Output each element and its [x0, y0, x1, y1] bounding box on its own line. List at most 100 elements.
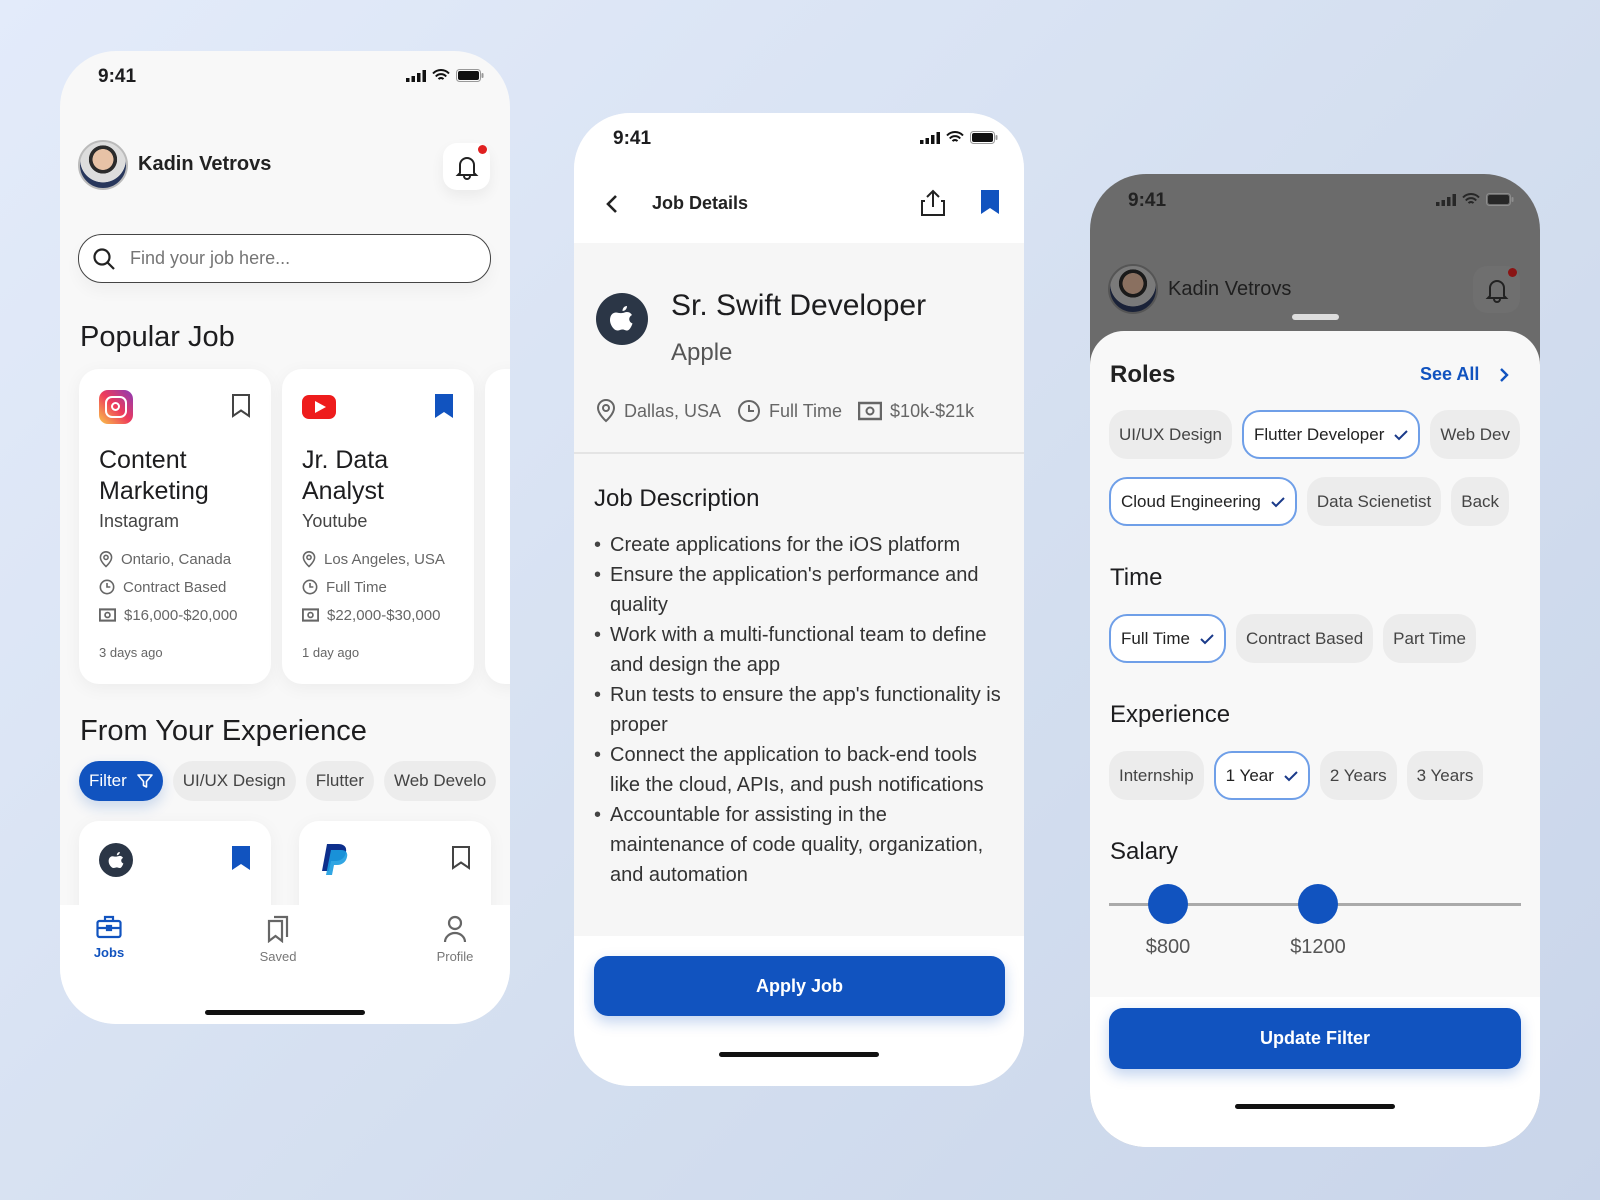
apple-logo — [99, 843, 133, 877]
check-icon — [1200, 633, 1214, 644]
chip-label: Cloud Engineering — [1121, 491, 1261, 511]
chip[interactable]: 3 Years — [1406, 751, 1484, 800]
clock-icon — [302, 579, 318, 595]
signal-icon — [1436, 193, 1456, 206]
bookmarks-icon — [267, 915, 289, 943]
instagram-logo — [99, 390, 133, 424]
chip[interactable]: 2 Years — [1319, 751, 1397, 800]
filter-label: Filter — [89, 771, 127, 790]
user-icon — [443, 915, 467, 943]
salary-min-handle[interactable] — [1148, 884, 1188, 924]
job-card[interactable]: Jr. Data Analyst Youtube Los Angeles, USA Fu… — [282, 369, 474, 684]
chip-label: 1 Year — [1225, 765, 1274, 785]
posted-time: 3 days ago — [99, 645, 163, 660]
roles-row-2: Cloud Engineering Data Scienetist Back — [1109, 477, 1510, 526]
experience-chip-row: Internship 1 Year 2 Years 3 Years — [1109, 751, 1484, 800]
bookmark-icon[interactable] — [980, 189, 1000, 215]
search-bar[interactable] — [78, 234, 491, 283]
status-time: 9:41 — [98, 66, 137, 87]
job-card[interactable]: Content Marketing Instagram Ontario, Canada… — [79, 369, 271, 684]
roles-row-1: UI/UX Design Flutter Developer Web Dev — [1109, 410, 1520, 459]
status-icons — [920, 131, 998, 144]
wifi-icon — [946, 131, 964, 142]
nav-item-jobs[interactable]: Jobs — [69, 915, 149, 960]
company-name: Instagram — [99, 511, 180, 531]
nav-item-profile[interactable]: Profile — [415, 915, 495, 964]
salary-text: $16,000-$20,000 — [124, 606, 238, 624]
job-title-line: Jr. Data — [302, 446, 389, 474]
back-chevron-icon[interactable] — [604, 193, 620, 215]
search-input[interactable] — [130, 248, 460, 269]
see-all-label: See All — [1420, 364, 1480, 384]
check-icon — [1394, 429, 1409, 440]
clock-icon — [738, 400, 761, 422]
avatar — [1108, 264, 1158, 314]
signal-icon — [920, 131, 940, 144]
description-bullet: Ensure the application's performance and… — [594, 560, 1004, 620]
filter-button[interactable]: Filter — [79, 761, 163, 801]
description-bullet: Connect the application to back-end tool… — [594, 740, 1004, 800]
apply-job-button[interactable]: Apply Job — [594, 956, 1005, 1016]
filter-chip[interactable]: Flutter — [305, 761, 374, 801]
notification-button[interactable] — [1473, 266, 1520, 313]
chip-label: 3 Years — [1416, 765, 1474, 785]
location-text: Dallas, USA — [624, 400, 722, 421]
chip[interactable]: UI/UX Design — [1109, 410, 1232, 459]
bookmark-filled-icon[interactable] — [231, 845, 251, 871]
chip-label: Part Time — [1393, 628, 1466, 648]
share-icon[interactable] — [920, 189, 946, 217]
job-type: Full Time — [737, 397, 842, 425]
job-meta: Los Angeles, USA Full Time $22,000-$30,000 — [302, 545, 445, 629]
description-bullet: Run tests to ensure the app's functional… — [594, 680, 1004, 740]
selected-chip[interactable]: Flutter Developer — [1241, 410, 1421, 459]
nav-label: Profile — [436, 949, 474, 964]
filter-chip[interactable]: Web Develo — [383, 761, 497, 801]
salary-text: $22,000-$30,000 — [327, 606, 441, 624]
chip[interactable]: Data Scienetist — [1306, 477, 1442, 526]
battery-icon — [456, 69, 484, 82]
job-title: Jr. Data Analyst — [302, 445, 388, 507]
job-title: Content Marketing — [99, 445, 209, 507]
location-pin-icon — [596, 399, 616, 423]
bookmark-outline-icon[interactable] — [451, 845, 471, 871]
location-text: Los Angeles, USA — [324, 550, 445, 568]
selected-chip[interactable]: Full Time — [1109, 614, 1226, 663]
chip-label: Data Scienetist — [1316, 491, 1432, 511]
selected-chip[interactable]: Cloud Engineering — [1109, 477, 1297, 526]
salary-min-label: $800 — [1145, 936, 1191, 958]
wifi-icon — [1462, 193, 1480, 204]
job-details-screen: 9:41 Job Details Sr. Swift Developer App… — [574, 113, 1024, 1086]
bookmark-filled-icon[interactable] — [434, 393, 454, 419]
chip[interactable]: Web Dev — [1430, 410, 1520, 459]
user-name: Kadin Vetrovs — [1168, 278, 1292, 300]
sheet-handle[interactable] — [1292, 314, 1339, 320]
chip[interactable]: Contract Based — [1235, 614, 1374, 663]
money-icon — [99, 608, 116, 622]
salary-max-handle[interactable] — [1298, 884, 1338, 924]
chip[interactable]: Part Time — [1383, 614, 1476, 663]
see-all-link[interactable]: See All — [1420, 364, 1510, 385]
notification-button[interactable] — [443, 143, 490, 190]
chip-label: UI/UX Design — [1119, 424, 1222, 444]
meta-location: Ontario, Canada — [99, 545, 237, 573]
description-scroll[interactable]: Create applications for the iOS platform… — [594, 530, 1004, 936]
job-card-partial[interactable] — [485, 369, 510, 684]
bookmark-outline-icon[interactable] — [231, 393, 251, 419]
location-pin-icon — [99, 550, 113, 568]
bell-icon — [455, 156, 478, 180]
chip[interactable]: Back — [1451, 477, 1510, 526]
location-text: Ontario, Canada — [121, 550, 232, 568]
selected-chip[interactable]: 1 Year — [1213, 751, 1310, 800]
nav-item-saved[interactable]: Saved — [238, 915, 318, 964]
update-filter-button[interactable]: Update Filter — [1109, 1008, 1521, 1069]
filter-chip[interactable]: UI/UX Design — [172, 761, 296, 801]
description-title: Job Description — [594, 485, 760, 512]
clock-icon — [99, 579, 115, 595]
filter-chip-row: Filter UI/UX Design Flutter Web Develo — [79, 761, 497, 801]
experience-title: From Your Experience — [80, 715, 367, 747]
job-title-line: Analyst — [302, 477, 384, 505]
chip[interactable]: Internship — [1109, 751, 1204, 800]
chip-label: Flutter Developer — [1253, 424, 1385, 444]
popular-job-title: Popular Job — [80, 321, 235, 353]
filter-screen: 9:41 Kadin Vetrovs Roles See All UI/UX D… — [1090, 174, 1540, 1147]
